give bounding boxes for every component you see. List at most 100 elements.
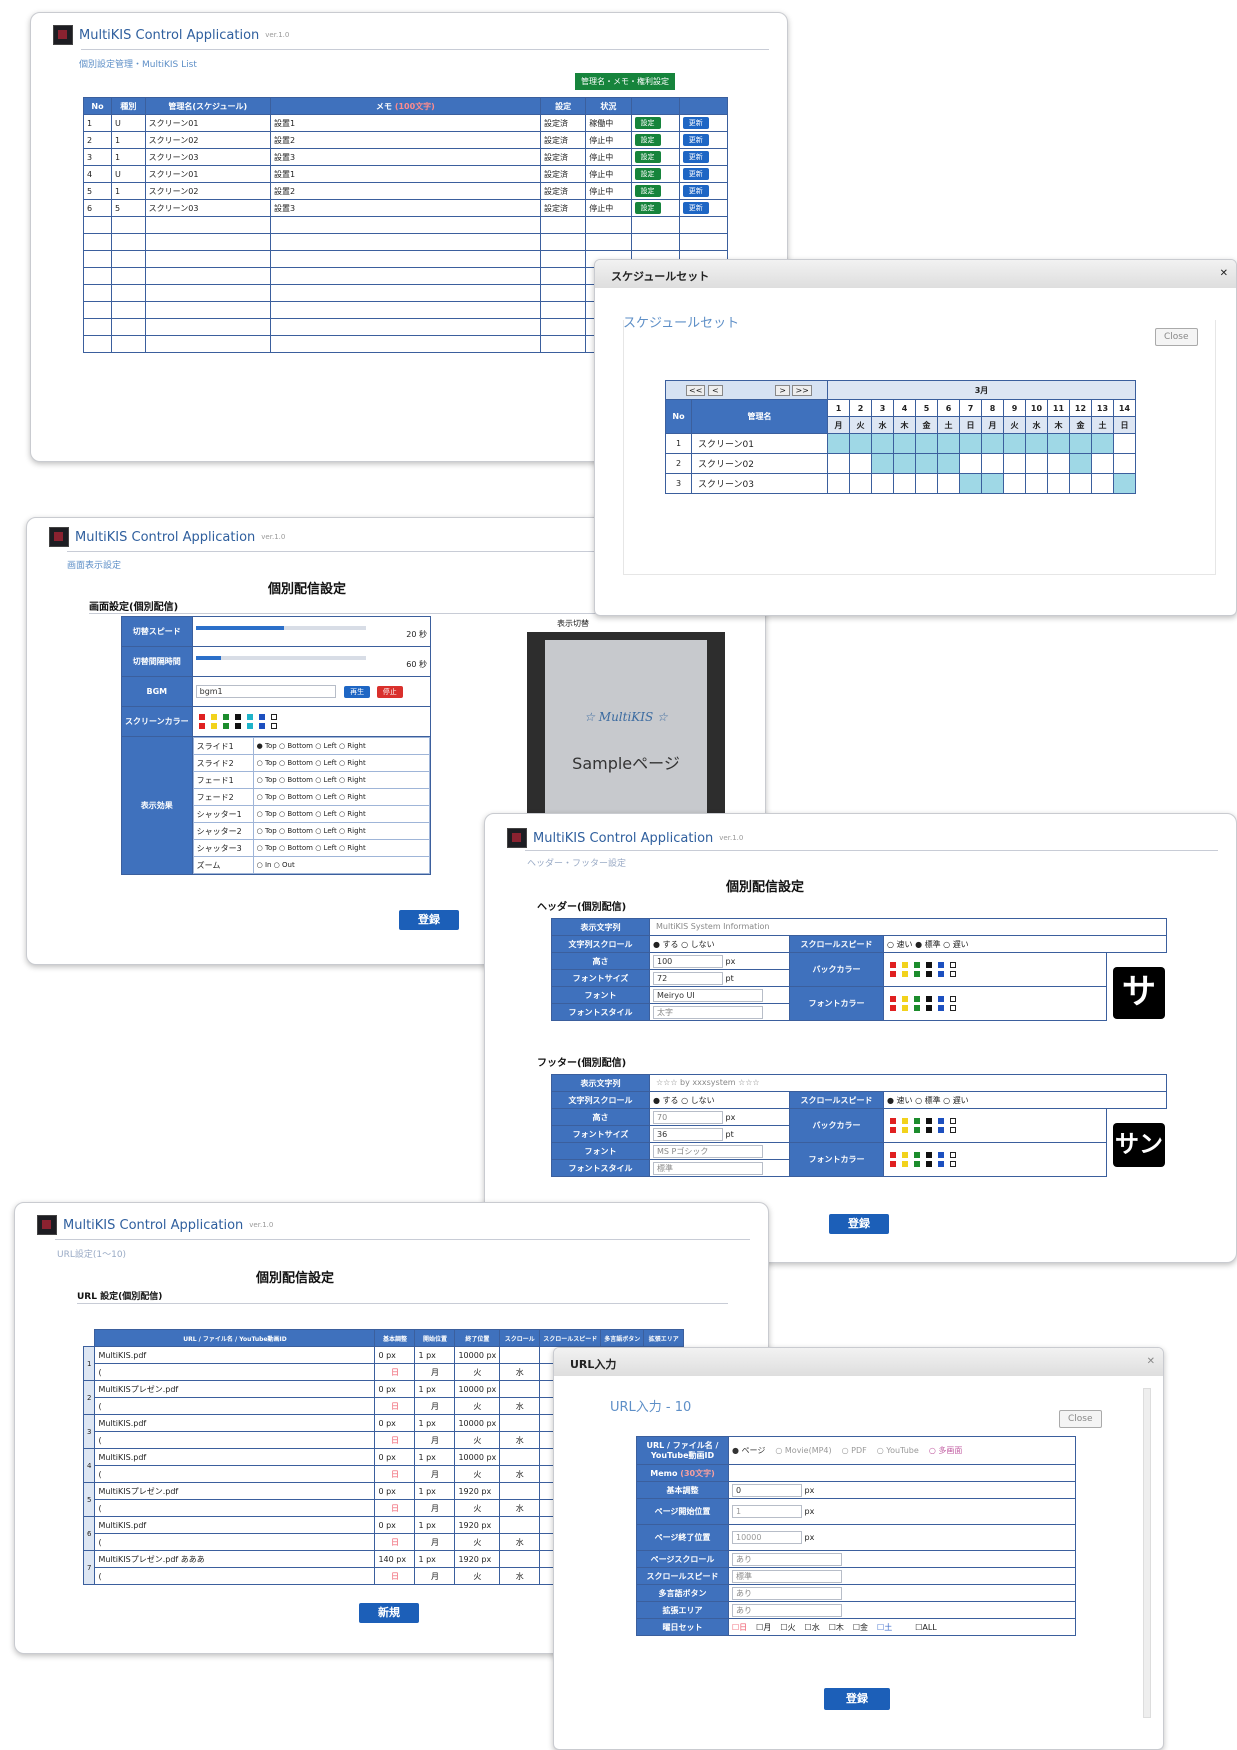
footer-bg-palette[interactable] bbox=[883, 1108, 1107, 1143]
effect-direction-radio[interactable]: ○ Top ○ Bottom ○ Left ○ Right bbox=[252, 788, 430, 806]
day-checkbox[interactable]: ☐水 bbox=[805, 1623, 820, 1632]
header-scroll-radio[interactable]: ● する ○ しない bbox=[649, 935, 790, 953]
type-option[interactable]: ○ PDF bbox=[842, 1446, 867, 1455]
footer-text-input[interactable]: ☆☆☆ by xxxsystem ☆☆☆ bbox=[653, 1076, 1093, 1090]
register-button[interactable]: 登録 bbox=[824, 1688, 890, 1710]
start-input[interactable]: 1 bbox=[732, 1505, 802, 1518]
day-checkbox[interactable]: ☐月 bbox=[756, 1623, 771, 1632]
calendar-cell[interactable] bbox=[1113, 453, 1136, 474]
calendar-cell[interactable] bbox=[849, 433, 872, 454]
url-name[interactable]: MultiKIS.pdf bbox=[94, 1516, 376, 1534]
config-button[interactable]: 設定 bbox=[634, 168, 661, 180]
last-icon[interactable]: >> bbox=[792, 384, 812, 396]
day-checkbox[interactable]: ☐金 bbox=[853, 1623, 868, 1632]
calendar-cell[interactable] bbox=[937, 433, 960, 454]
calendar-cell[interactable] bbox=[1069, 433, 1092, 454]
scroll-select[interactable]: あり bbox=[732, 1552, 842, 1566]
register-button[interactable]: 登録 bbox=[829, 1214, 889, 1234]
end-input[interactable]: 10000 bbox=[732, 1531, 802, 1544]
calendar-cell[interactable] bbox=[981, 453, 1004, 474]
url-name[interactable]: MultiKIS.pdf bbox=[94, 1414, 376, 1432]
footer-style-select[interactable]: 標準 bbox=[653, 1161, 763, 1175]
update-button[interactable]: 更新 bbox=[682, 185, 709, 197]
calendar-cell[interactable] bbox=[937, 473, 960, 494]
effect-direction-radio[interactable]: ○ Top ○ Bottom ○ Left ○ Right bbox=[252, 822, 430, 840]
effect-direction-radio[interactable]: ○ Top ○ Bottom ○ Left ○ Right bbox=[252, 754, 430, 772]
calendar-cell[interactable] bbox=[959, 433, 982, 454]
day-checkbox[interactable]: ☐土 bbox=[877, 1623, 892, 1632]
close-button[interactable]: Close bbox=[1059, 1410, 1102, 1428]
effect-direction-radio[interactable]: ○ Top ○ Bottom ○ Left ○ Right bbox=[252, 805, 430, 823]
calendar-cell[interactable] bbox=[871, 453, 894, 474]
calendar-cell[interactable] bbox=[1025, 473, 1048, 494]
register-button[interactable]: 登録 bbox=[399, 910, 459, 930]
screen-color-picker[interactable] bbox=[191, 706, 432, 737]
scrollbar[interactable] bbox=[1143, 1388, 1151, 1718]
manage-settings-button[interactable]: 管理名・メモ・権利設定 bbox=[575, 73, 675, 90]
calendar-cell[interactable] bbox=[937, 453, 960, 474]
config-button[interactable]: 設定 bbox=[634, 202, 661, 214]
header-font-select[interactable]: Meiryo UI bbox=[653, 988, 763, 1002]
header-style-select[interactable]: 太字 bbox=[653, 1005, 763, 1019]
calendar-cell[interactable] bbox=[849, 473, 872, 494]
ext-select[interactable]: あり bbox=[732, 1603, 842, 1617]
calendar-cell[interactable] bbox=[827, 453, 850, 474]
update-button[interactable]: 更新 bbox=[682, 202, 709, 214]
config-button[interactable]: 設定 bbox=[634, 134, 661, 146]
day-checkbox[interactable]: ☐ALL bbox=[915, 1623, 937, 1632]
day-checkbox[interactable]: ☐火 bbox=[780, 1623, 795, 1632]
calendar-cell[interactable] bbox=[915, 453, 938, 474]
calendar-cell[interactable] bbox=[1025, 433, 1048, 454]
new-button[interactable]: 新規 bbox=[359, 1603, 419, 1623]
config-button[interactable]: 設定 bbox=[634, 185, 661, 197]
day-checkbox[interactable]: ☐木 bbox=[829, 1623, 844, 1632]
calendar-cell[interactable] bbox=[871, 473, 894, 494]
calendar-cell[interactable] bbox=[1113, 433, 1136, 454]
calendar-cell[interactable] bbox=[1025, 453, 1048, 474]
calendar-cell[interactable] bbox=[1069, 453, 1092, 474]
type-option[interactable]: ● ページ bbox=[732, 1446, 765, 1455]
header-text-input[interactable]: MultiKIS System Information bbox=[653, 920, 1093, 934]
footer-fc-palette[interactable] bbox=[883, 1142, 1107, 1177]
interval-slider[interactable] bbox=[195, 656, 366, 660]
type-option[interactable]: ○ YouTube bbox=[877, 1446, 919, 1455]
footer-speed-radio[interactable]: ● 速い ○ 標準 ○ 遅い bbox=[883, 1091, 1167, 1109]
calendar-cell[interactable] bbox=[959, 453, 982, 474]
header-fc-palette[interactable] bbox=[883, 986, 1107, 1021]
first-icon[interactable]: << bbox=[686, 384, 706, 396]
speed-select[interactable]: 標準 bbox=[732, 1569, 842, 1583]
type-radio-group[interactable]: ● ページ ○ Movie(MP4) ○ PDF ○ YouTube ○ 多画面 bbox=[728, 1436, 1076, 1465]
calendar-cell[interactable] bbox=[893, 433, 916, 454]
url-name[interactable]: MultiKIS.pdf bbox=[94, 1448, 376, 1466]
memo-input[interactable] bbox=[728, 1464, 1076, 1482]
bgm-select[interactable]: bgm1 bbox=[195, 685, 336, 698]
bgm-stop-button[interactable]: 停止 bbox=[376, 686, 403, 698]
calendar-cell[interactable] bbox=[1003, 473, 1026, 494]
header-height-input[interactable]: 100 bbox=[653, 954, 723, 968]
speed-slider[interactable] bbox=[195, 626, 366, 630]
close-icon[interactable]: ✕ bbox=[1147, 1356, 1155, 1367]
calendar-cell[interactable] bbox=[1113, 473, 1136, 494]
calendar-cell[interactable] bbox=[959, 473, 982, 494]
day-checkbox-group[interactable]: ☐日 ☐月 ☐火 ☐水 ☐木 ☐金 ☐土 ☐ALL bbox=[728, 1618, 1076, 1636]
calendar-cell[interactable] bbox=[1091, 473, 1114, 494]
prev-icon[interactable]: < bbox=[707, 384, 723, 396]
calendar-cell[interactable] bbox=[849, 453, 872, 474]
calendar-cell[interactable] bbox=[915, 433, 938, 454]
config-button[interactable]: 設定 bbox=[634, 117, 661, 129]
calendar-cell[interactable] bbox=[1091, 433, 1114, 454]
url-name[interactable]: MultiKISプレゼン.pdf bbox=[94, 1380, 376, 1398]
calendar-cell[interactable] bbox=[981, 433, 1004, 454]
footer-font-select[interactable]: MS Pゴシック bbox=[653, 1144, 763, 1158]
lang-select[interactable]: あり bbox=[732, 1586, 842, 1600]
calendar-cell[interactable] bbox=[1047, 433, 1070, 454]
effect-direction-radio[interactable]: ○ In ○ Out bbox=[252, 856, 430, 874]
calendar-cell[interactable] bbox=[827, 433, 850, 454]
footer-scroll-radio[interactable]: ● する ○ しない bbox=[649, 1091, 790, 1109]
header-fontsize-input[interactable]: 72 bbox=[653, 971, 723, 985]
calendar-cell[interactable] bbox=[1003, 433, 1026, 454]
footer-fontsize-input[interactable]: 36 bbox=[653, 1127, 723, 1141]
calendar-cell[interactable] bbox=[1069, 473, 1092, 494]
next-icon[interactable]: > bbox=[775, 384, 790, 396]
footer-height-input[interactable]: 70 bbox=[653, 1110, 723, 1124]
